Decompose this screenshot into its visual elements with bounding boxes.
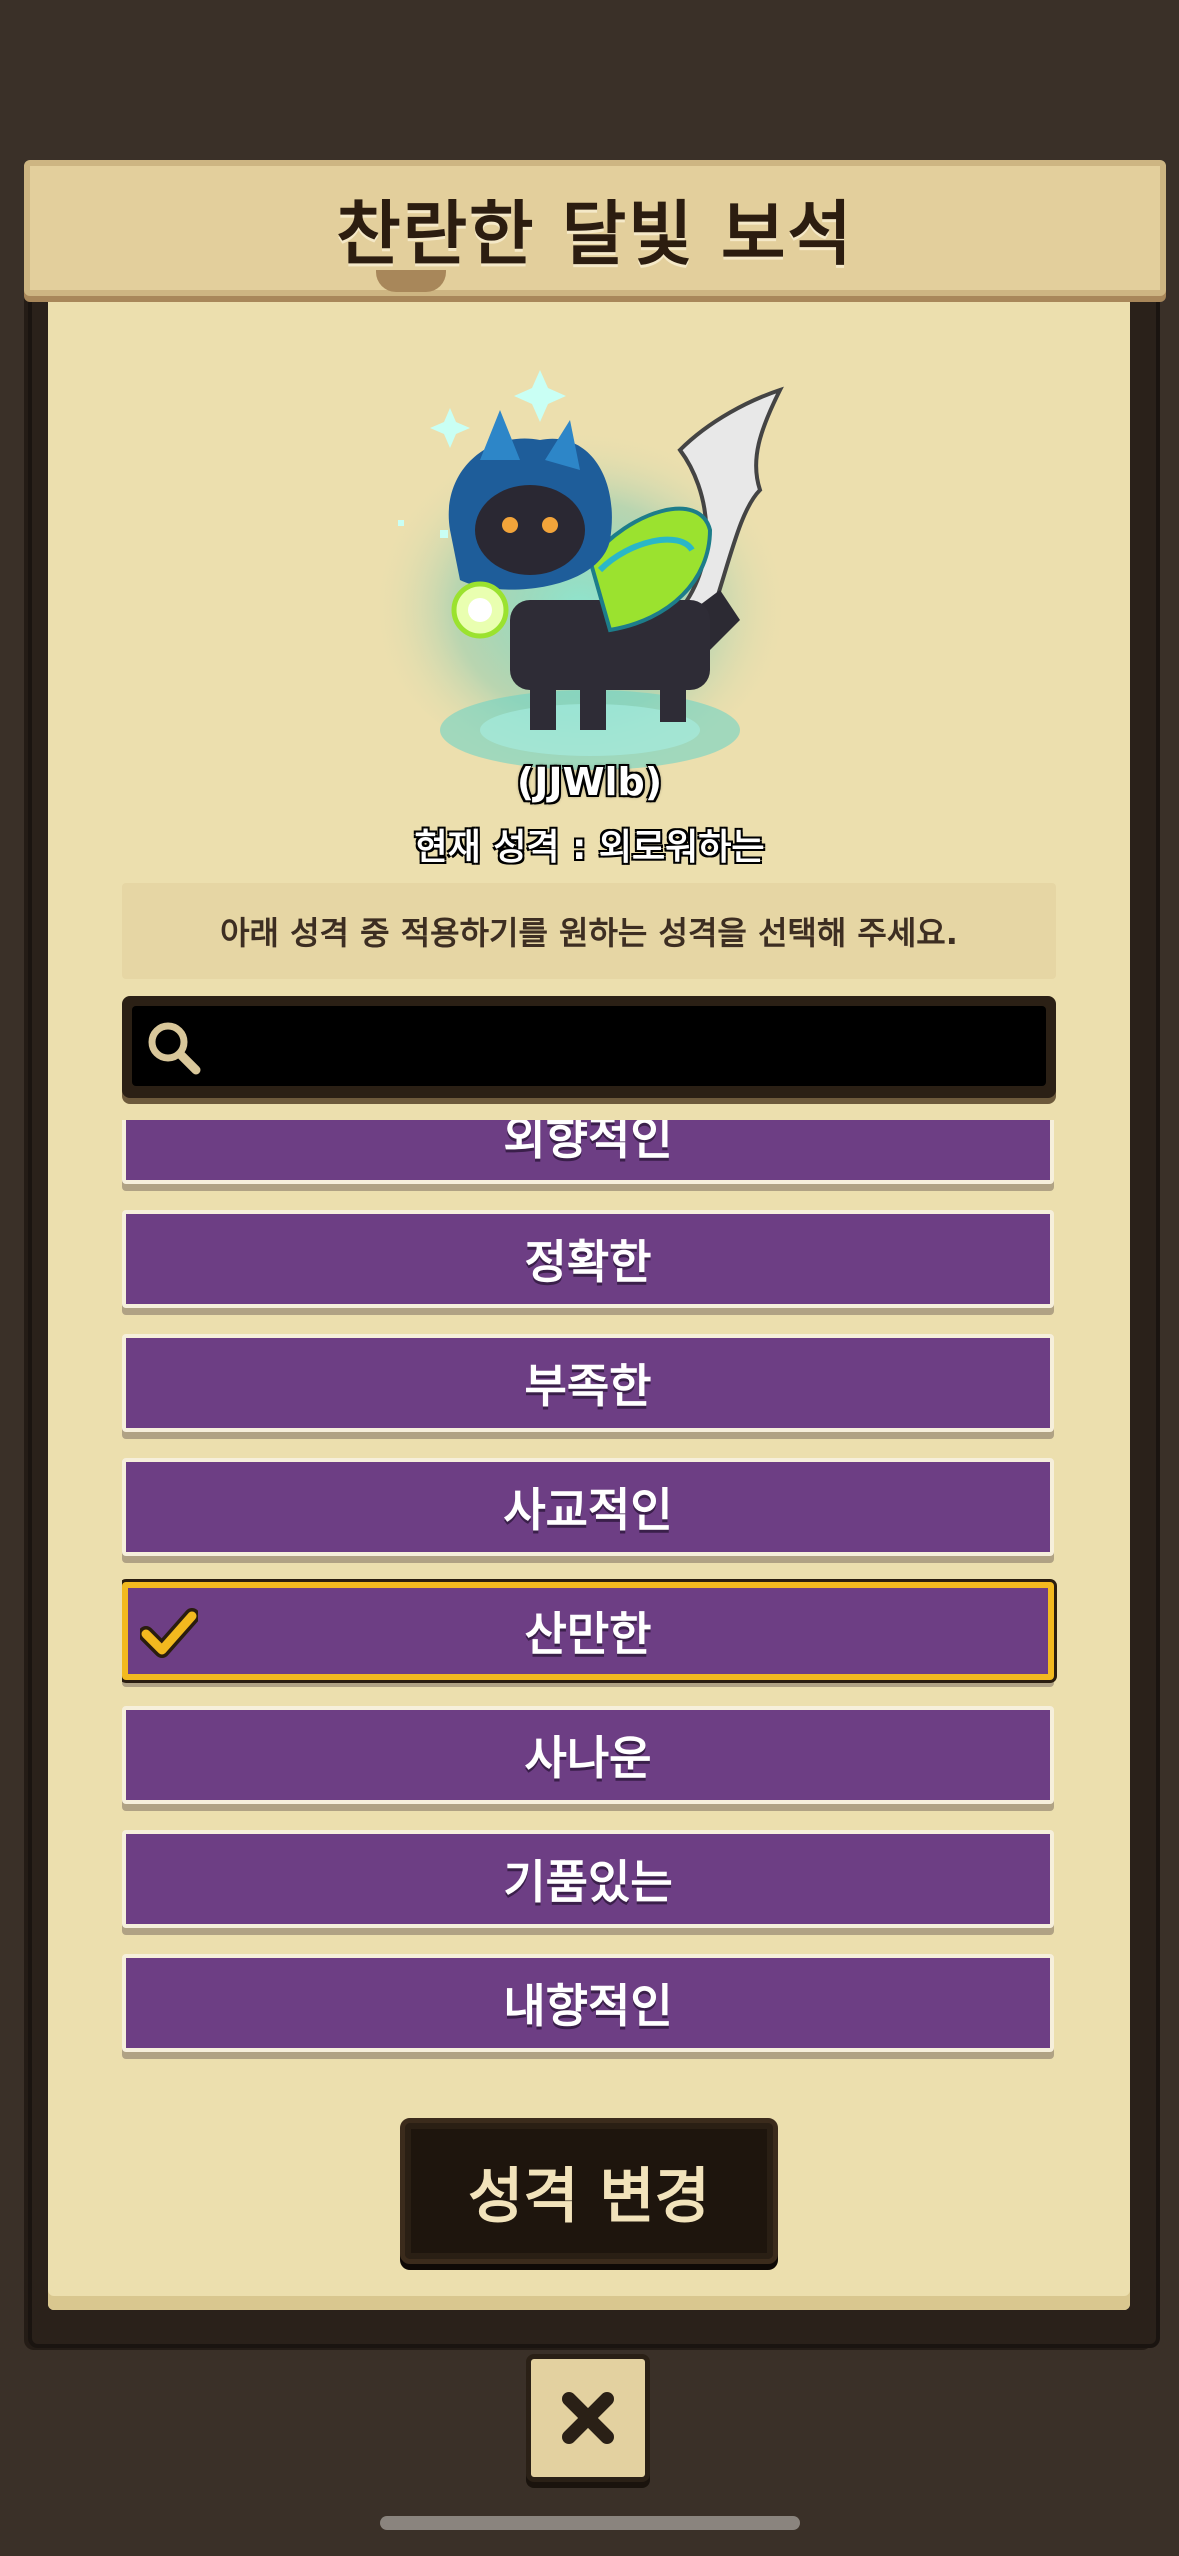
check-icon: [140, 1608, 198, 1658]
close-icon: [562, 2392, 614, 2444]
title-banner: 찬란한 달빛 보석: [24, 160, 1166, 296]
option-label: 부족한: [524, 1359, 652, 1413]
option-label: 정확한: [524, 1235, 652, 1289]
personality-option[interactable]: 외향적인: [122, 1120, 1054, 1184]
change-personality-button[interactable]: 성격 변경: [400, 2118, 778, 2264]
home-indicator[interactable]: [380, 2516, 800, 2530]
personality-option[interactable]: 사교적인: [122, 1458, 1054, 1556]
pet-name: (JJWlb): [516, 760, 663, 804]
search-input[interactable]: [132, 1006, 1046, 1086]
instruction-text: 아래 성격 중 적용하기를 원하는 성격을 선택해 주세요.: [122, 883, 1056, 979]
personality-option-selected[interactable]: 산만한: [122, 1582, 1054, 1680]
change-personality-label: 성격 변경: [468, 2161, 710, 2232]
personality-option[interactable]: 정확한: [122, 1210, 1054, 1308]
option-label: 사교적인: [503, 1483, 673, 1537]
option-label: 내향적인: [503, 1979, 673, 2033]
option-label: 산만한: [524, 1607, 652, 1661]
option-label: 기품있는: [503, 1855, 673, 1909]
dialog-title: 찬란한 달빛 보석: [336, 192, 854, 275]
personality-option[interactable]: 내향적인: [122, 1954, 1054, 2052]
personality-list[interactable]: 외향적인 정확한 부족한 사교적인 산만한 사나운 기품있는 내향적인: [122, 1120, 1058, 2082]
search-bar: [122, 996, 1056, 1098]
current-personality: 현재 성격 : 외로워하는: [414, 827, 765, 868]
close-button[interactable]: [526, 2354, 650, 2482]
pet-creature-image: [380, 370, 790, 770]
option-label: 사나운: [524, 1731, 652, 1785]
search-icon: [148, 1022, 201, 1075]
personality-option[interactable]: 사나운: [122, 1706, 1054, 1804]
personality-option[interactable]: 부족한: [122, 1334, 1054, 1432]
banner-ornament: [376, 270, 446, 292]
personality-option[interactable]: 기품있는: [122, 1830, 1054, 1928]
option-label: 외향적인: [503, 1120, 673, 1165]
